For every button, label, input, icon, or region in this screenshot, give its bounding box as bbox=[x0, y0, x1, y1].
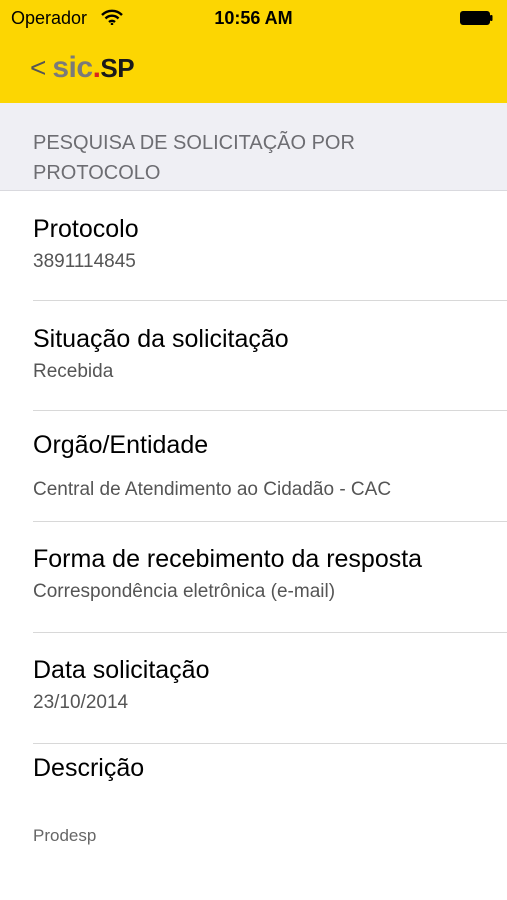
field-value: Correspondência eletrônica (e-mail) bbox=[33, 581, 336, 602]
back-button[interactable]: < sic. SP bbox=[30, 46, 135, 90]
field-situacao: Situação da solicitação Recebida bbox=[0, 301, 507, 410]
section-title-line-2: PROTOCOLO bbox=[33, 162, 161, 184]
section-title: PESQUISA DE SOLICITAÇÃO POR PROTOCOLO bbox=[33, 128, 433, 188]
section-title-line-1: PESQUISA DE SOLICITAÇÃO POR bbox=[33, 132, 355, 154]
field-orgao-entidade: Orgão/Entidade Central de Atendimento ao… bbox=[0, 411, 507, 521]
field-label: Forma de recebimento da resposta bbox=[33, 545, 423, 573]
field-label: Orgão/Entidade bbox=[33, 431, 209, 459]
logo-dot: . bbox=[92, 51, 101, 84]
section-header: PESQUISA DE SOLICITAÇÃO POR PROTOCOLO bbox=[0, 103, 507, 191]
field-data-solicitacao: Data solicitação 23/10/2014 bbox=[0, 633, 507, 743]
field-label: Descrição bbox=[33, 754, 145, 782]
app-logo: sic. SP bbox=[52, 51, 134, 85]
field-value: Prodesp bbox=[33, 826, 97, 845]
field-value: Central de Atendimento ao Cidadão - CAC bbox=[33, 479, 392, 500]
chevron-left-icon: < bbox=[30, 52, 47, 83]
field-descricao: Descrição Prodesp bbox=[0, 744, 507, 884]
logo-sp: SP bbox=[100, 53, 135, 83]
status-bar: Operador 10:56 AM bbox=[0, 0, 507, 36]
field-forma-recebimento: Forma de recebimento da resposta Corresp… bbox=[0, 522, 507, 632]
field-protocolo: Protocolo 3891114845 bbox=[0, 191, 507, 300]
logo-sic: sic bbox=[52, 51, 93, 84]
field-label: Situação da solicitação bbox=[33, 325, 289, 353]
clock: 10:56 AM bbox=[214, 8, 293, 28]
battery-icon bbox=[460, 11, 493, 25]
field-value: 3891114845 bbox=[33, 251, 136, 272]
field-value: 23/10/2014 bbox=[33, 692, 129, 713]
field-label: Protocolo bbox=[33, 215, 139, 243]
field-value: Recebida bbox=[33, 361, 114, 382]
nav-header: Operador 10:56 AM < sic. SP bbox=[0, 0, 507, 103]
field-label: Data solicitação bbox=[33, 656, 210, 684]
